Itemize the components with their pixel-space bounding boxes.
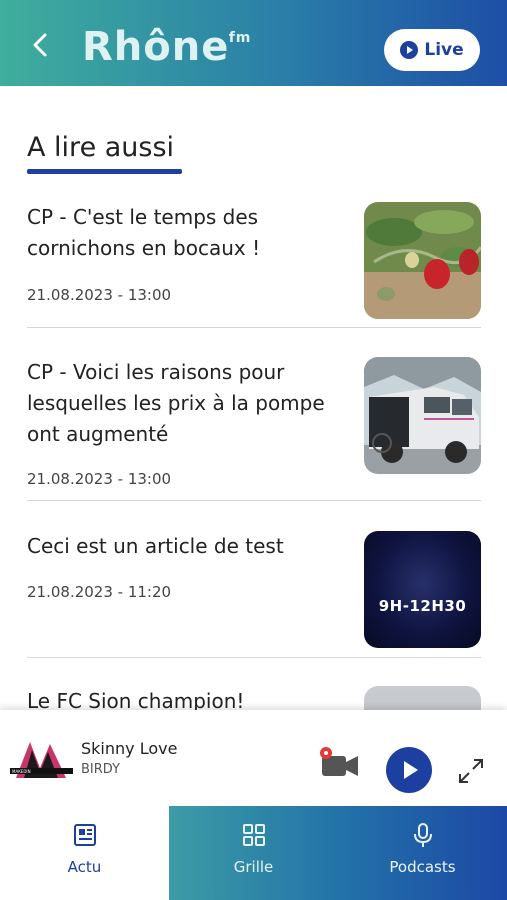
- article-title[interactable]: Le FC Sion champion!: [27, 686, 327, 710]
- section-title: A lire aussi: [27, 132, 175, 163]
- play-button[interactable]: [386, 747, 432, 793]
- article-title[interactable]: CP - C'est le temps des cornichons en bo…: [27, 202, 327, 264]
- article-thumbnail[interactable]: 9H-12H30: [364, 531, 481, 648]
- microphone-icon: [414, 823, 432, 847]
- tab-grille[interactable]: Grille: [169, 806, 338, 900]
- app-header: Rhône fm Live: [0, 0, 507, 86]
- van-image: [364, 357, 481, 474]
- article-date: 21.08.2023 - 13:00: [27, 470, 172, 488]
- divider: [27, 500, 481, 501]
- live-button[interactable]: Live: [384, 29, 480, 71]
- article-thumbnail[interactable]: [364, 686, 481, 710]
- tab-label: Podcasts: [389, 858, 456, 876]
- play-circle-icon: [400, 41, 419, 59]
- svg-text:MAKEDIN: MAKEDIN: [12, 769, 31, 774]
- divider: [27, 657, 481, 658]
- logo-text: Rhône: [82, 24, 230, 70]
- article-thumbnail[interactable]: [364, 202, 481, 319]
- track-artist: BIRDY: [81, 762, 121, 777]
- article-title[interactable]: CP - Voici les raisons pour lesquelles l…: [27, 357, 327, 450]
- video-camera-icon[interactable]: [320, 746, 360, 780]
- article-item[interactable]: Ceci est un article de test 21.08.2023 -…: [27, 531, 481, 648]
- tab-actu[interactable]: Actu: [0, 806, 169, 900]
- back-arrow-icon[interactable]: [28, 32, 54, 58]
- tab-label: Grille: [233, 858, 274, 876]
- article-thumbnail[interactable]: [364, 357, 481, 474]
- live-label: Live: [424, 40, 464, 60]
- article-item[interactable]: CP - C'est le temps des cornichons en bo…: [27, 202, 481, 319]
- strawberries-image: [364, 202, 481, 319]
- section-title-underline: [27, 169, 182, 174]
- tab-label: Actu: [67, 858, 102, 876]
- logo-fm-suffix: fm: [228, 30, 252, 46]
- bottom-tab-bar: Actu Grille Podcasts: [0, 806, 507, 900]
- thumbnail-schedule-text: 9H-12H30: [378, 597, 467, 615]
- article-item[interactable]: CP - Voici les raisons pour lesquelles l…: [27, 357, 481, 488]
- now-playing-bar[interactable]: MAKEDIN Skinny Love BIRDY: [0, 710, 507, 806]
- expand-icon[interactable]: [458, 758, 484, 784]
- track-title: Skinny Love: [81, 739, 178, 758]
- divider: [27, 327, 481, 328]
- article-title[interactable]: Ceci est un article de test: [27, 531, 327, 562]
- rhone-fm-logo: Rhône fm: [82, 24, 250, 70]
- article-date: 21.08.2023 - 13:00: [27, 286, 172, 304]
- article-item[interactable]: Le FC Sion champion!: [27, 686, 481, 710]
- grid-icon: [243, 824, 265, 846]
- article-date: 21.08.2023 - 11:20: [27, 583, 172, 601]
- tab-podcasts[interactable]: Podcasts: [338, 806, 507, 900]
- album-cover-image: MAKEDIN: [10, 738, 73, 784]
- news-icon: [74, 824, 96, 846]
